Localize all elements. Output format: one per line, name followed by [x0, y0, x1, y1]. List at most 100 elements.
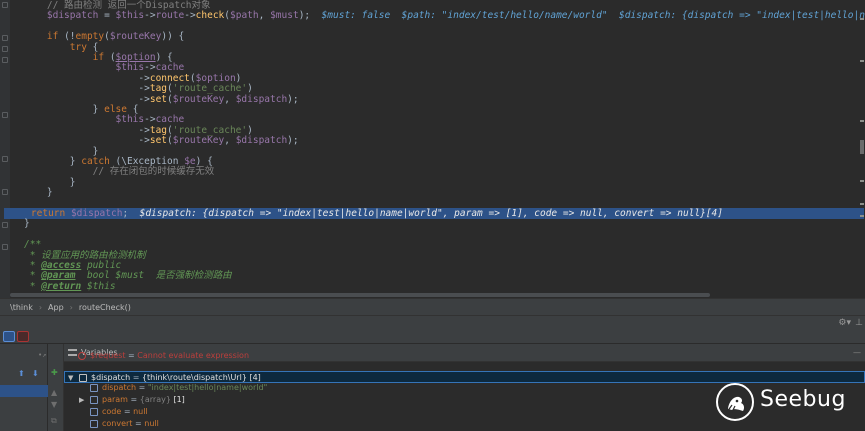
code-token: * 设置应用的路由检测机制 [29, 249, 146, 261]
code-line[interactable]: ->tag('route_cache') [0, 83, 860, 94]
mute-breakpoints-icon[interactable] [17, 331, 29, 342]
code-line[interactable]: /** [0, 239, 860, 250]
code-editor[interactable]: // 路由检测 返回一个Dispatch对象 $dispatch = $this… [0, 0, 865, 298]
pin-icon[interactable]: ⊥ [855, 318, 863, 328]
code-line[interactable] [0, 229, 860, 240]
equals-sign: = [136, 383, 148, 393]
code-token: (! [58, 31, 76, 43]
variable-value: [1] [173, 395, 185, 405]
restore-layout-icon[interactable] [3, 331, 15, 342]
code-token: cache [155, 62, 185, 74]
equals-sign: = [125, 351, 138, 360]
code-line[interactable]: * @return $this [0, 281, 860, 292]
equals-sign: = [127, 395, 140, 405]
code-line[interactable]: try { [0, 42, 860, 53]
code-line[interactable]: $this->cache [0, 62, 860, 73]
code-token: ; [122, 208, 140, 219]
code-line[interactable]: $this->cache [0, 114, 860, 125]
code-token: tag [149, 124, 168, 136]
code-token: { [86, 41, 99, 53]
code-line[interactable]: } [0, 187, 860, 198]
frames-panel[interactable]: •↗ ⬆ ⬇ [0, 344, 48, 431]
collapsed-arrow-icon[interactable]: ▶ [79, 394, 84, 406]
code-line[interactable]: ->set($routeKey, $dispatch); [0, 135, 860, 146]
code-line[interactable]: ->connect($option) [0, 73, 860, 84]
code-line[interactable] [0, 198, 860, 209]
code-token: $this [81, 280, 116, 292]
breadcrumb-item[interactable]: App [46, 303, 66, 312]
variable-row[interactable]: $request = Cannot evaluate expression [64, 350, 865, 362]
code-token: else [104, 104, 127, 115]
code-token: $this [115, 114, 145, 126]
field-icon [90, 384, 98, 393]
variable-value: {think\route\dispatch\Url} [4] [141, 372, 261, 382]
code-token: bool $must 是否强制检测路由 [75, 270, 232, 282]
code-token: ); [298, 10, 322, 22]
equals-sign: = [132, 418, 145, 428]
code-line[interactable]: * @param bool $must 是否强制检测路由 [0, 270, 860, 281]
error-stripe [859, 0, 865, 298]
code-line[interactable]: ->set($routeKey, $dispatch); [0, 94, 860, 105]
code-line[interactable]: // 路由检测 返回一个Dispatch对象 [0, 0, 860, 11]
code-token: -> [144, 114, 156, 126]
code-token: $option [195, 72, 236, 84]
debug-toolbar: ⚙▾ ⊥ [0, 316, 865, 344]
watermark-text: Seebug [760, 387, 846, 412]
breadcrumb-item[interactable]: \think [8, 303, 35, 312]
variable-name: $request [90, 351, 126, 360]
frame-up-icon[interactable]: ⬆ [18, 369, 25, 378]
variable-row[interactable]: ▼ $dispatch = {think\route\dispatch\Url} … [64, 370, 865, 383]
code-token: -> [138, 72, 150, 84]
code-line[interactable]: // 存在闭包的时候缓存无效 [0, 166, 860, 177]
code-token: // 存在闭包的时候缓存无效 [92, 166, 215, 178]
code-token: @param [41, 270, 76, 282]
code-token: } [92, 145, 99, 157]
variable-name: dispatch [102, 383, 137, 393]
selected-frame[interactable] [0, 385, 48, 397]
code-token: /** [24, 239, 42, 251]
new-watch-icon[interactable]: ✚ [51, 368, 58, 377]
code-token: $dispatch [70, 208, 123, 219]
code-line[interactable]: } [0, 218, 860, 229]
code-line[interactable]: * 设置应用的路由检测机制 [0, 250, 860, 261]
code-token: { [126, 104, 139, 115]
code-token: } [46, 187, 53, 199]
variable-value: Cannot evaluate expression [137, 351, 250, 360]
breadcrumb-item[interactable]: routeCheck() [77, 303, 133, 312]
code-line[interactable]: } [0, 146, 860, 157]
code-token: check [195, 10, 225, 22]
variable-name: param [102, 395, 128, 405]
horizontal-scrollbar[interactable] [10, 293, 710, 297]
duplicate-icon[interactable]: ⧉ [51, 416, 57, 426]
code-token: -> [184, 10, 196, 22]
code-token: $routeKey [172, 135, 225, 147]
code-line[interactable]: } [0, 177, 860, 188]
code-token: $must: false $path: "index/test/hello/na… [321, 10, 865, 22]
array-icon [90, 396, 98, 405]
execution-line[interactable]: return $dispatch; $dispatch: {dispatch =… [4, 208, 864, 219]
code-token: $this [115, 62, 145, 74]
variable-name: $dispatch [91, 372, 131, 382]
code-token: -> [138, 135, 150, 147]
frame-down-icon[interactable]: ⬇ [32, 369, 39, 378]
move-down-icon[interactable]: ▼ [51, 400, 57, 409]
code-token: tag [149, 83, 168, 95]
code-line[interactable] [0, 21, 860, 32]
code-token: cache [155, 114, 185, 126]
code-line[interactable]: ->tag('route_cache') [0, 125, 860, 136]
code-line[interactable]: if (!empty($routeKey)) { [0, 31, 860, 42]
move-up-icon[interactable]: ▲ [51, 388, 57, 397]
code-line[interactable]: if ($option) { [0, 52, 860, 63]
code-token: } [69, 176, 76, 188]
variable-value: null [144, 418, 159, 428]
variable-type: {array} [139, 395, 171, 405]
code-token: ) [235, 72, 242, 84]
code-token: set [149, 135, 168, 147]
code-line[interactable]: $dispatch = $this->route->check($path, $… [0, 10, 865, 22]
code-line[interactable]: } else { [0, 104, 860, 115]
error-icon [78, 352, 86, 360]
gear-icon[interactable]: ⚙▾ [838, 318, 851, 328]
collapse-icon[interactable]: •↗ [38, 351, 46, 359]
code-token: -> [138, 124, 150, 136]
equals-sign: = [130, 372, 142, 382]
